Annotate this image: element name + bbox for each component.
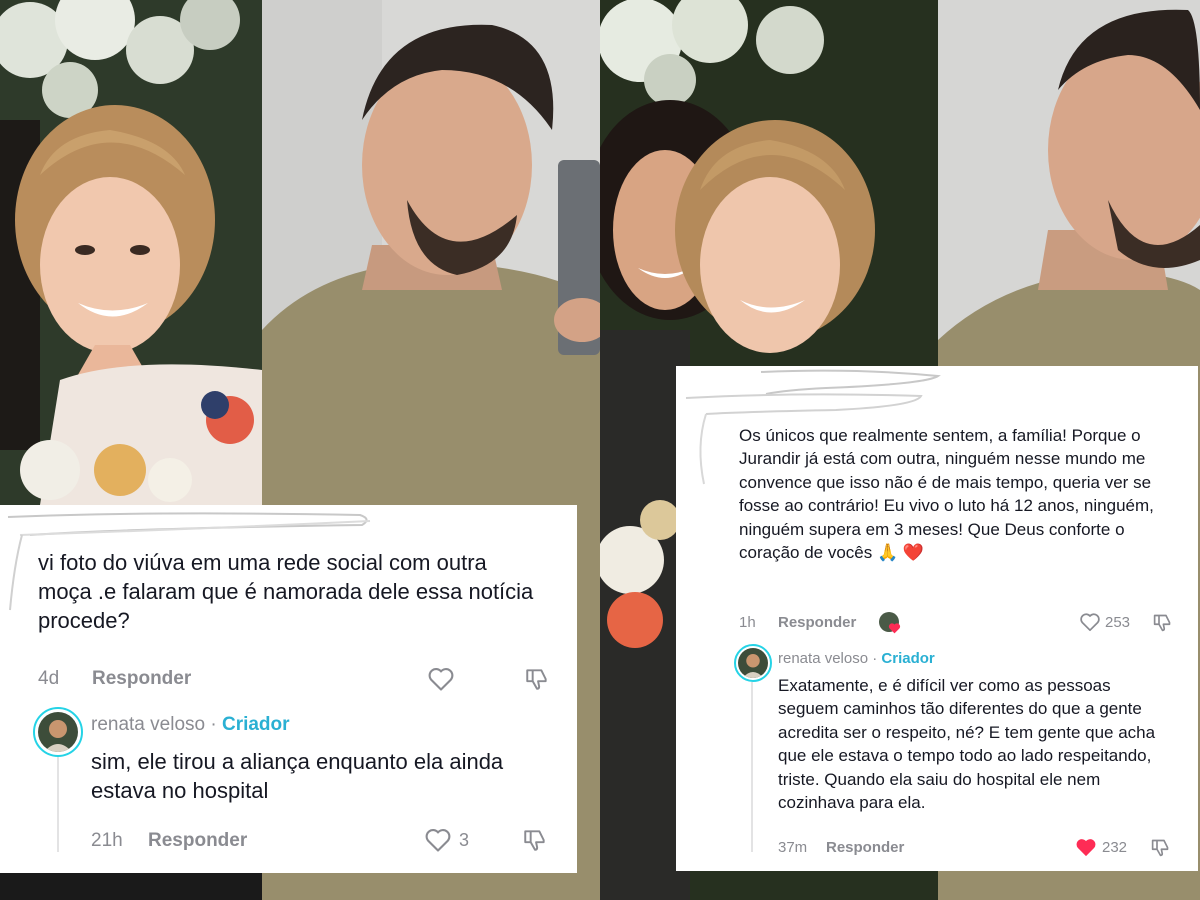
comment-time: 1h [739,614,756,631]
reply-username: renata veloso · Criador [778,650,935,667]
heart-outline-icon[interactable] [423,826,453,854]
username-text[interactable]: renata veloso [91,714,205,735]
thread-line [57,757,59,852]
username-separator: · [210,714,217,735]
thread-line [751,682,753,852]
creator-badge: Criador [881,650,935,667]
creator-avatar[interactable] [33,707,83,757]
liked-by-creator-avatar [879,612,901,634]
comment-time: 4d [38,668,60,689]
reply-username: renata veloso · Criador [91,714,290,736]
comment-text: Os únicos que realmente sentem, a famíli… [739,426,1154,563]
reply-text: Exatamente, e é difícil ver como as pess… [778,676,1156,813]
thumbs-down-icon[interactable] [1148,836,1172,858]
creator-badge: Criador [221,714,290,735]
thumbs-down-icon[interactable] [522,665,552,693]
heart-outline-icon[interactable] [1078,611,1102,633]
creator-avatar[interactable] [734,644,772,682]
comment-like-count: 253 [1105,614,1131,631]
reply-like-count: 3 [459,830,470,850]
left-comment-card: vi foto do viúva em uma rede social com … [0,505,577,873]
thumbs-down-icon[interactable] [520,826,550,854]
reply-button[interactable]: Responder [92,668,191,690]
reply-like-count: 232 [1102,839,1128,856]
username-separator: · [872,650,878,667]
reply-time: 21h [91,830,123,851]
reply-button[interactable]: Responder [778,614,856,631]
username-text[interactable]: renata veloso [778,650,868,667]
reply-time: 37m [778,839,808,856]
reply-reply-button[interactable]: Responder [826,839,904,856]
heart-filled-icon[interactable] [1074,836,1098,858]
comment-text: vi foto do viúva em uma rede social com … [38,550,534,634]
heart-outline-icon[interactable] [426,665,456,693]
thumbs-down-icon[interactable] [1150,611,1174,633]
reply-reply-button[interactable]: Responder [148,830,247,852]
right-comment-card: Os únicos que realmente sentem, a famíli… [676,366,1198,871]
bride-photo-left [0,0,262,505]
reply-text: sim, ele tirou a aliança enquanto ela ai… [91,749,504,804]
